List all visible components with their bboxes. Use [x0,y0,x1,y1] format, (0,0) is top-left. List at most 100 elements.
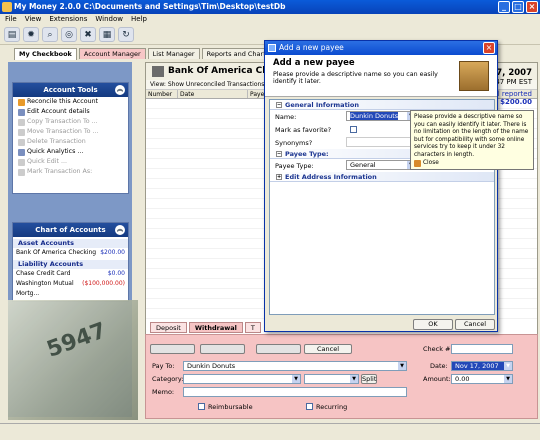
category-select[interactable]: ▼ [183,374,301,384]
quick-edit-link[interactable]: Quick Edit ... [13,157,128,167]
dialog-heading: Add a new payee [273,58,355,68]
expand-icon[interactable]: + [276,173,282,180]
bank-icon [152,66,164,77]
category-label: Category: [152,375,184,383]
reconcile-link[interactable]: Reconcile this Account [13,97,128,107]
asset-accounts-heading[interactable]: Asset Accounts [13,239,128,248]
mark-transaction-link[interactable]: Mark Transaction As: [13,167,128,177]
ok-button[interactable]: OK [413,319,453,330]
copy-icon [18,118,25,126]
tab-transfer[interactable]: T [244,322,261,333]
delete-button[interactable] [256,344,301,354]
delete-icon [18,138,25,146]
split-button[interactable]: Split [361,374,377,384]
amount-label: Amount: [423,375,451,383]
chart-icon[interactable]: ▦ [99,27,115,42]
menu-view[interactable]: View [25,14,42,25]
recurring-label: Recurring [316,403,348,411]
globe-icon[interactable]: ◎ [61,27,77,42]
move-transaction-link[interactable]: Move Transaction To ... [13,127,128,137]
check-number-input[interactable] [451,344,513,354]
menu-help[interactable]: Help [131,14,147,25]
close-icon [414,160,421,168]
reimbursable-label: Reimbursable [208,403,253,411]
chart-of-accounts-box: Chart of Accounts ︽ Asset Accounts Bank … [12,222,129,302]
dialog-header: Add a new payee Please provide a descrip… [265,55,497,97]
dialog-icon [268,44,276,52]
synonyms-input[interactable] [346,137,416,147]
app-icon [2,2,12,12]
liability-accounts-heading[interactable]: Liability Accounts [13,260,128,269]
copy-transaction-link[interactable]: Copy Transaction To ... [13,117,128,127]
app-window: My Money 2.0.0 C:\Documents and Settings… [0,0,540,440]
save-button[interactable] [200,344,245,354]
dialog-close-button[interactable]: × [483,42,495,54]
maximize-button[interactable]: □ [512,1,524,13]
transaction-tabs: Deposit Withdrawal T [150,322,261,333]
transaction-form: Cancel Check #: Pay To: Dunkin Donuts ▼ D… [145,334,538,419]
menu-extensions[interactable]: Extensions [49,14,87,25]
amount-input[interactable]: 0.00 ▼ [451,374,513,384]
collapse-icon[interactable]: ︽ [115,225,125,235]
dialog-subheading: Please provide a descriptive name so you… [273,71,438,85]
date-input[interactable]: Nov 17, 2007 ▼ [451,361,513,371]
edit-icon [18,108,25,116]
memo-input[interactable] [183,387,407,397]
general-info-group[interactable]: − General Information [270,100,494,110]
account-row[interactable]: Washington Mutual Mortg... ($100,000.00) [13,279,128,297]
chevron-down-icon: ▼ [292,375,300,383]
window-title: My Money 2.0.0 C:\Documents and Settings… [14,2,286,11]
folder-icon[interactable]: ▤ [4,27,20,42]
tab-my-checkbook[interactable]: My Checkbook [14,48,77,60]
account-tools-header[interactable]: Account Tools ︽ [13,83,128,97]
name-tooltip: Please provide a descriptive name so you… [410,110,534,170]
tab-account-manager[interactable]: Account Manager [78,48,146,59]
menu-file[interactable]: File [5,14,17,25]
cross-icon[interactable]: ✖ [80,27,96,42]
tab-withdrawal[interactable]: Withdrawal [188,322,243,333]
account-row[interactable]: Chase Credit Card $0.00 [13,269,128,279]
payto-select[interactable]: Dunkin Donuts ▼ [183,361,407,371]
search-icon[interactable]: ⌕ [42,27,58,42]
dialog-cancel-button[interactable]: Cancel [455,319,495,330]
minimize-button[interactable]: _ [498,1,510,13]
tab-list-manager[interactable]: List Manager [147,48,200,59]
subcategory-select[interactable]: ▼ [304,374,359,384]
date-label: Date: [430,362,448,370]
mark-icon [18,168,25,176]
analytics-icon [18,148,25,156]
title-bar: My Money 2.0.0 C:\Documents and Settings… [0,0,540,14]
edit-account-link[interactable]: Edit Account details [13,107,128,117]
money-decoration-image: 5947 [8,300,138,420]
collapse-icon[interactable]: ︽ [115,85,125,95]
column-number[interactable]: Number [146,90,178,98]
menu-window[interactable]: Window [95,14,123,25]
refresh-icon[interactable]: ↻ [118,27,134,42]
payto-label: Pay To: [152,362,175,370]
tooltip-close[interactable]: Close [414,160,530,168]
quick-analytics-link[interactable]: Quick Analytics ... [13,147,128,157]
favorite-checkbox[interactable] [350,126,357,133]
cancel-button[interactable]: Cancel [304,344,352,354]
column-date[interactable]: Date [178,90,248,98]
collapse-icon[interactable]: − [276,150,282,157]
chart-of-accounts-header[interactable]: Chart of Accounts ︽ [13,223,128,237]
account-row[interactable]: Bank Of America Checking $200.00 [13,248,128,258]
check-label: Check #: [423,345,453,353]
close-button[interactable]: × [526,1,538,13]
dialog-title-bar: Add a new payee × [265,41,497,55]
payee-type-select[interactable]: General▼ [346,160,416,170]
reimbursable-checkbox[interactable] [198,403,205,410]
new-button[interactable] [150,344,195,354]
add-payee-dialog: Add a new payee × Add a new payee Please… [264,40,498,332]
chevron-down-icon: ▼ [350,375,358,383]
lightbulb-icon[interactable]: ✹ [23,27,39,42]
package-icon [459,61,489,91]
tab-deposit[interactable]: Deposit [150,322,187,333]
account-tools-box: Account Tools ︽ Reconcile this Account E… [12,82,129,194]
payee-name-input[interactable]: Dunkin Donuts▼ [346,111,416,121]
collapse-icon[interactable]: − [276,101,282,108]
recurring-checkbox[interactable] [306,403,313,410]
delete-transaction-link[interactable]: Delete Transaction [13,137,128,147]
address-group[interactable]: + Edit Address Information [270,172,494,182]
